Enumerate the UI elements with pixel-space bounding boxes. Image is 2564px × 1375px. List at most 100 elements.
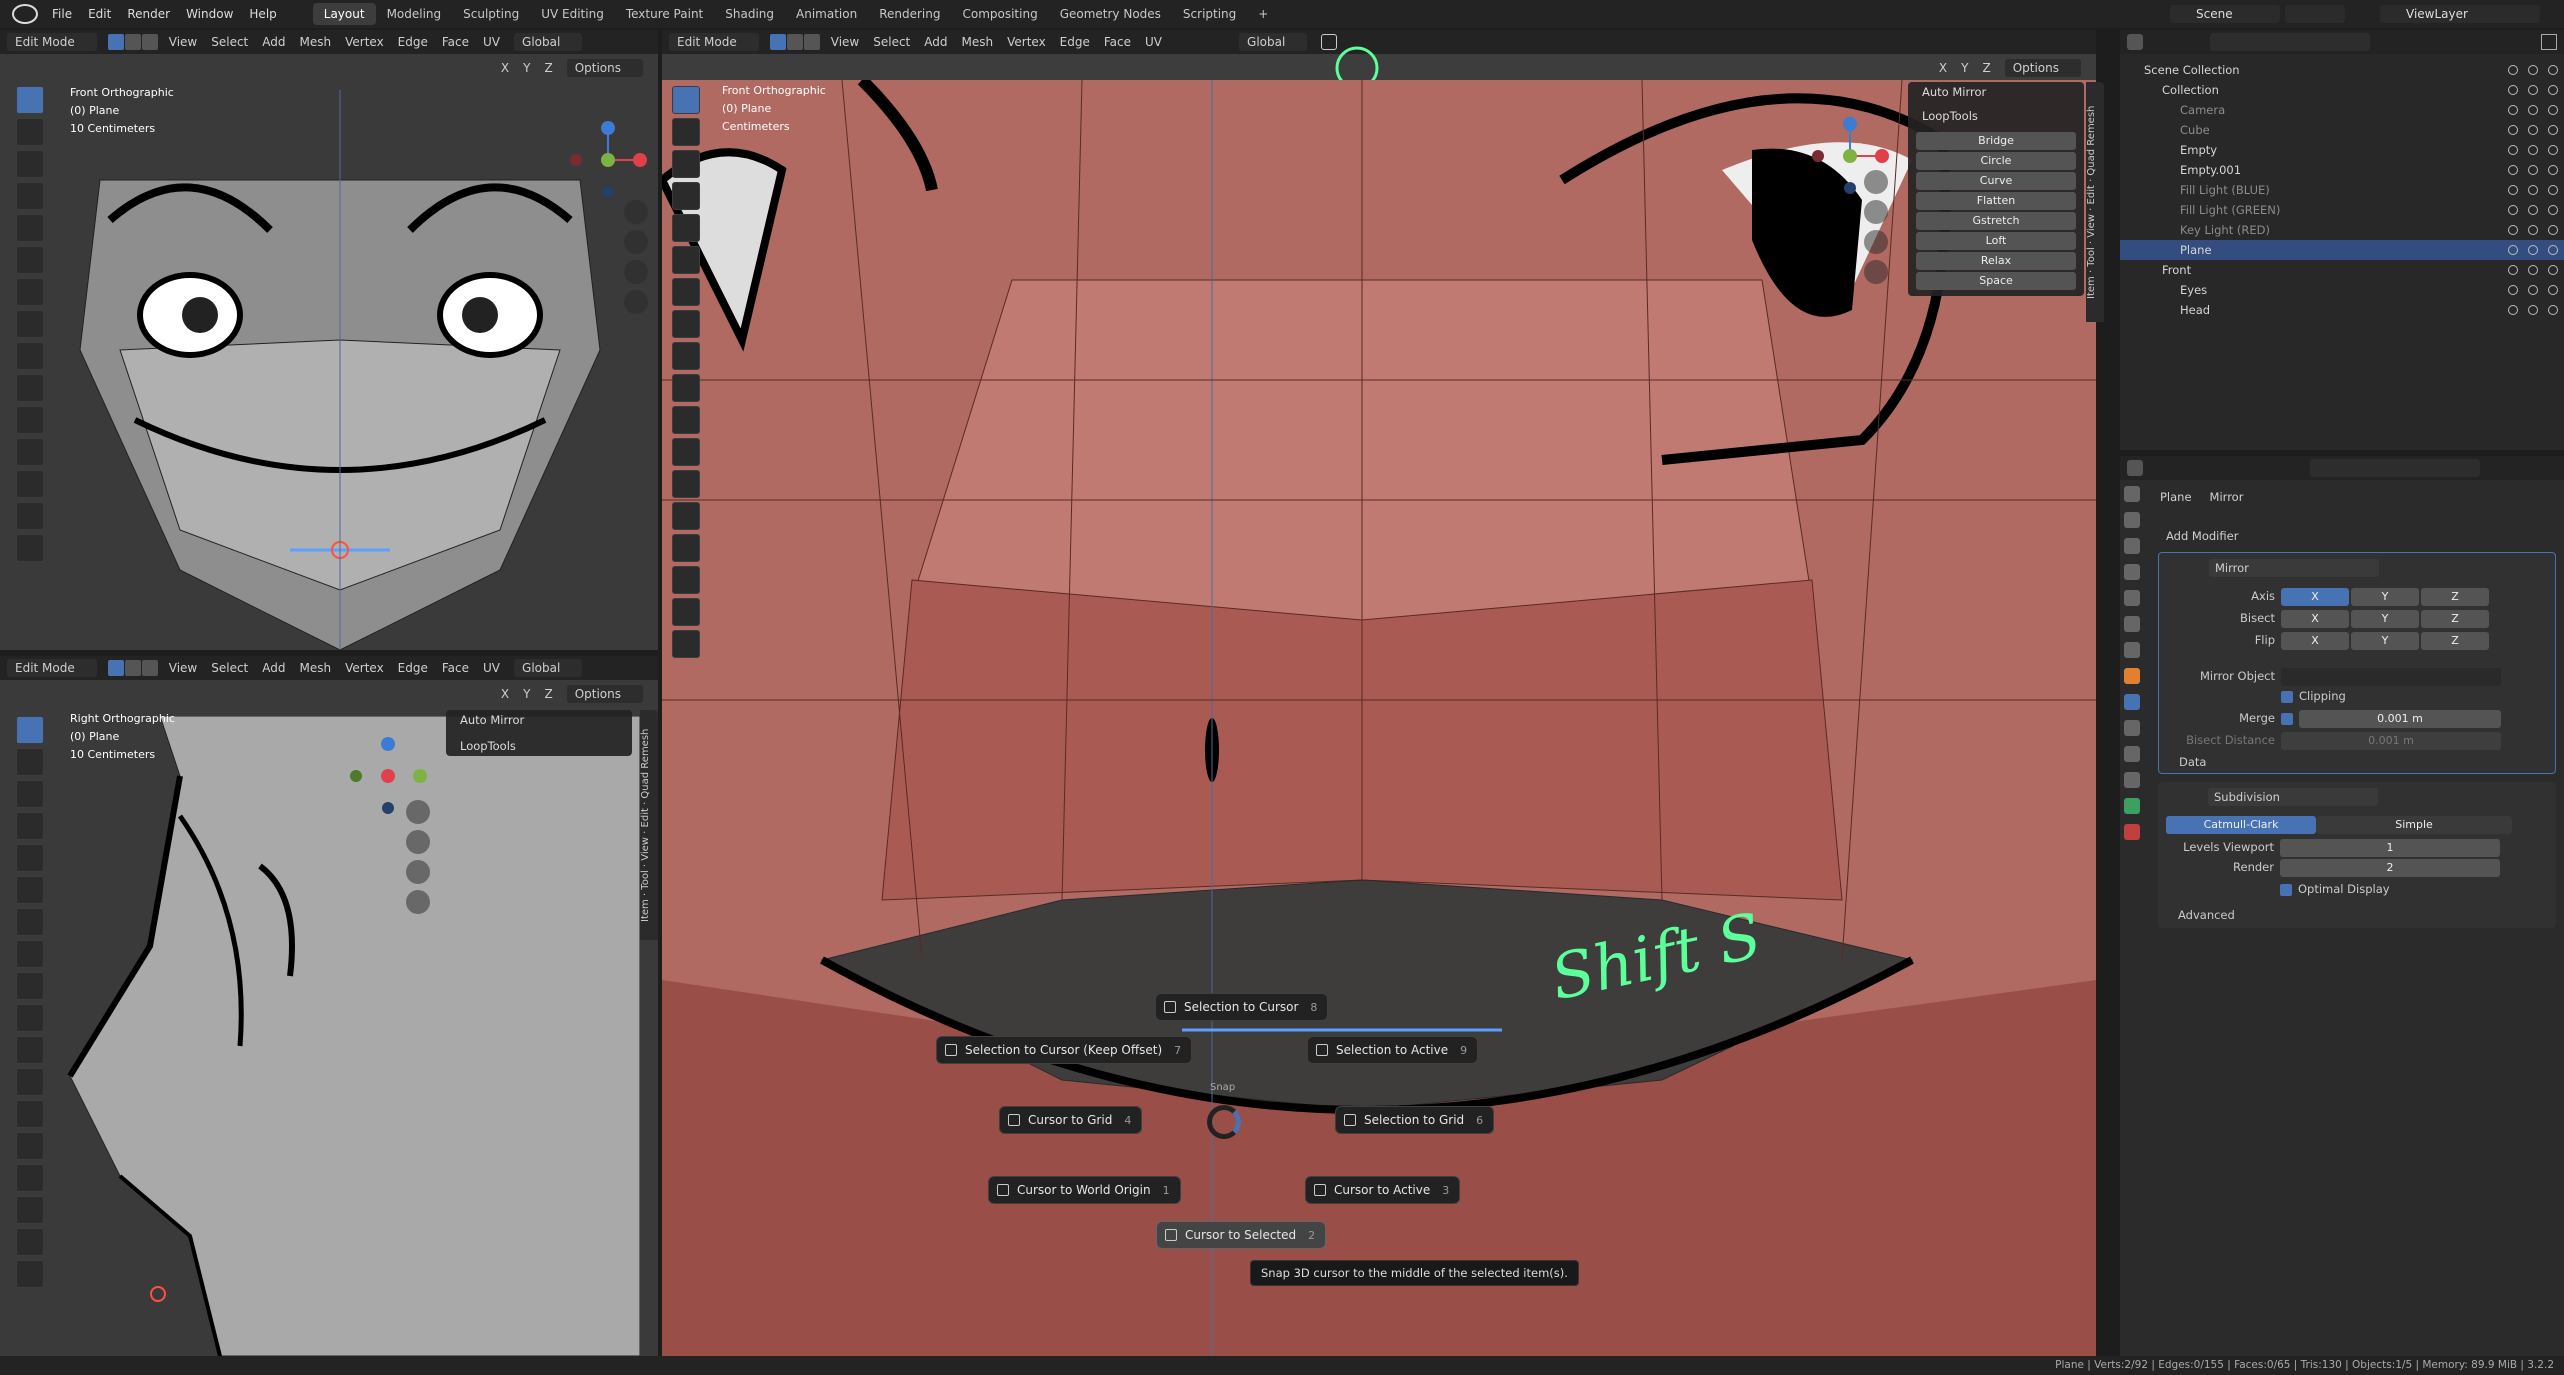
move-tool-icon[interactable] xyxy=(16,150,44,178)
menu-render[interactable]: Render xyxy=(127,7,170,21)
menu-mesh[interactable]: Mesh xyxy=(962,35,994,49)
pie-selection-to-cursor[interactable]: Selection to Cursor 8 xyxy=(1155,993,1329,1021)
rotate-tool-icon[interactable] xyxy=(16,182,44,210)
menu-vertex[interactable]: Vertex xyxy=(1007,35,1046,49)
menu-vertex[interactable]: Vertex xyxy=(345,661,384,675)
loopcut-tool-icon[interactable] xyxy=(672,470,700,498)
tab-modeling[interactable]: Modeling xyxy=(376,3,453,25)
menu-add[interactable]: Add xyxy=(924,35,947,49)
visibility-icons[interactable] xyxy=(2508,185,2558,195)
annotate-tool-icon[interactable] xyxy=(16,278,44,306)
shrink-tool-icon[interactable] xyxy=(16,1260,44,1288)
visibility-icons[interactable] xyxy=(2508,305,2558,315)
select-icon[interactable] xyxy=(2508,165,2518,175)
transform-tool-icon[interactable] xyxy=(16,246,44,274)
eye-icon[interactable] xyxy=(2528,65,2538,75)
select-icon[interactable] xyxy=(2508,225,2518,235)
camera-icon[interactable] xyxy=(2548,185,2558,195)
menu-edit[interactable]: Edit xyxy=(88,7,111,21)
visibility-icons[interactable] xyxy=(2508,85,2558,95)
camera-icon[interactable] xyxy=(2548,225,2558,235)
blender-logo-icon[interactable] xyxy=(12,4,38,24)
menu-select[interactable]: Select xyxy=(211,35,248,49)
camera-icon[interactable] xyxy=(2548,85,2558,95)
axis-y-toggle[interactable]: Y xyxy=(523,687,530,701)
camera-icon[interactable] xyxy=(1864,230,1888,254)
orientation-dropdown[interactable]: Global xyxy=(1239,33,1308,51)
menu-select[interactable]: Select xyxy=(873,35,910,49)
inset-tool-icon[interactable] xyxy=(16,1036,44,1064)
grid-icon[interactable] xyxy=(1864,260,1888,284)
outliner-row[interactable]: Head xyxy=(2120,300,2564,320)
zoom-icon[interactable] xyxy=(406,800,430,824)
camera-icon[interactable] xyxy=(2548,265,2558,275)
grid-icon[interactable] xyxy=(624,290,648,314)
axis-y-toggle[interactable]: Y xyxy=(2351,588,2419,606)
extrude-tool-icon[interactable] xyxy=(16,1004,44,1032)
menu-vertex[interactable]: Vertex xyxy=(345,35,384,49)
eye-icon[interactable] xyxy=(2528,145,2538,155)
mirror-object-field[interactable] xyxy=(2281,668,2501,686)
outliner-row[interactable]: Front xyxy=(2120,260,2564,280)
outliner-row[interactable]: Cube xyxy=(2120,120,2564,140)
visibility-icons[interactable] xyxy=(2508,125,2558,135)
tool-tab-icon[interactable] xyxy=(2124,486,2140,502)
eye-icon[interactable] xyxy=(2528,165,2538,175)
camera-icon[interactable] xyxy=(2548,65,2558,75)
camera-icon[interactable] xyxy=(624,260,648,284)
outliner-row[interactable]: Empty xyxy=(2120,140,2564,160)
pie-cursor-to-selected[interactable]: Cursor to Selected 2 xyxy=(1156,1221,1327,1249)
select-icon[interactable] xyxy=(2508,245,2518,255)
select-icon[interactable] xyxy=(2508,145,2518,155)
tab-texture-paint[interactable]: Texture Paint xyxy=(615,3,714,25)
options-dropdown[interactable]: Options xyxy=(566,685,643,703)
axis-z-toggle[interactable]: Z xyxy=(544,61,552,75)
camera-icon[interactable] xyxy=(2548,285,2558,295)
select-icon[interactable] xyxy=(2508,65,2518,75)
select-mode-toggles[interactable] xyxy=(769,34,820,50)
outliner-row[interactable]: Collection xyxy=(2120,80,2564,100)
scene-search[interactable] xyxy=(2285,5,2345,23)
visibility-icons[interactable] xyxy=(2508,205,2558,215)
menu-uv[interactable]: UV xyxy=(483,35,500,49)
catmull-clark-toggle[interactable]: Catmull-Clark xyxy=(2166,816,2316,834)
scale-tool-icon[interactable] xyxy=(672,214,700,242)
filter-icon[interactable] xyxy=(2541,34,2557,50)
looptools-flatten[interactable]: Flatten xyxy=(1916,192,2076,210)
object-tab-icon[interactable] xyxy=(2124,668,2140,684)
visibility-icons[interactable] xyxy=(2508,285,2558,295)
select-icon[interactable] xyxy=(2508,265,2518,275)
add-workspace-button[interactable]: + xyxy=(1247,3,1279,25)
select-icon[interactable] xyxy=(2508,305,2518,315)
merge-value-field[interactable]: 0.001 m xyxy=(2299,710,2501,728)
subdivision-name-field[interactable]: Subdivision xyxy=(2208,788,2378,806)
polybuild-tool-icon[interactable] xyxy=(672,534,700,562)
render-tab-icon[interactable] xyxy=(2124,512,2140,528)
scale-tool-icon[interactable] xyxy=(16,214,44,242)
loopcut-tool-icon[interactable] xyxy=(16,470,44,498)
mode-dropdown[interactable]: Edit Mode xyxy=(669,33,759,51)
tab-layout[interactable]: Layout xyxy=(312,3,376,25)
annotate-tool-icon[interactable] xyxy=(16,908,44,936)
tab-uv-editing[interactable]: UV Editing xyxy=(530,3,615,25)
knife-tool-icon[interactable] xyxy=(16,1132,44,1160)
inset-tool-icon[interactable] xyxy=(672,406,700,434)
grid-icon[interactable] xyxy=(406,890,430,914)
looptools-circle[interactable]: Circle xyxy=(1916,152,2076,170)
polybuild-tool-icon[interactable] xyxy=(16,1164,44,1192)
spin-tool-icon[interactable] xyxy=(16,1196,44,1224)
axis-x-toggle[interactable]: X xyxy=(1939,61,1947,75)
select-mode-toggles[interactable] xyxy=(107,34,158,50)
pie-selection-to-grid[interactable]: Selection to Grid 6 xyxy=(1335,1106,1495,1134)
camera-icon[interactable] xyxy=(2548,205,2558,215)
tab-geometry-nodes[interactable]: Geometry Nodes xyxy=(1049,3,1172,25)
axis-x-toggle[interactable]: X xyxy=(2281,588,2349,606)
scale-tool-icon[interactable] xyxy=(16,844,44,872)
pan-hand-icon[interactable] xyxy=(1864,200,1888,224)
camera-icon[interactable] xyxy=(2548,305,2558,315)
outliner-row[interactable]: Key Light (RED) xyxy=(2120,220,2564,240)
outliner-row[interactable]: Eyes xyxy=(2120,280,2564,300)
transform-tool-icon[interactable] xyxy=(16,876,44,904)
mode-dropdown[interactable]: Edit Mode xyxy=(7,659,97,677)
levels-viewport-field[interactable]: 1 xyxy=(2280,839,2500,857)
